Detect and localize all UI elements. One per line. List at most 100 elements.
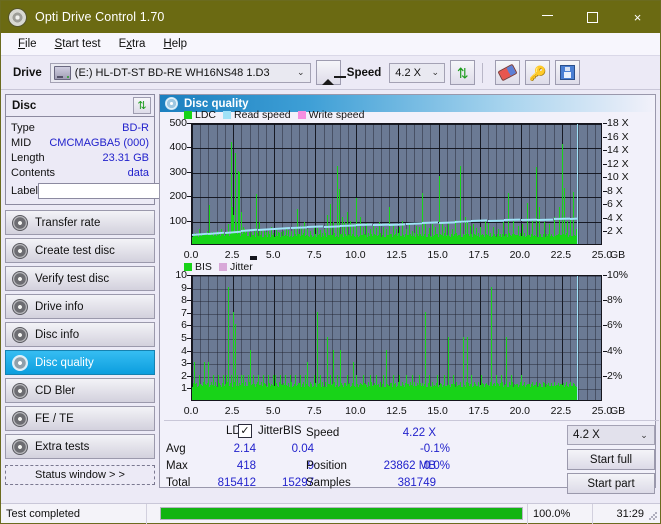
eraser-icon	[497, 63, 518, 82]
chart-bar	[339, 189, 341, 244]
chart-bar	[203, 362, 205, 400]
menu-file-label: ile	[25, 38, 37, 50]
grid-line	[512, 276, 514, 400]
read-speed-line	[323, 224, 340, 228]
chart-bar	[356, 197, 358, 244]
refresh-button[interactable]: ⇅	[450, 60, 476, 85]
sidebar-item-transfer-rate[interactable]: Transfer rate	[5, 210, 155, 235]
chart-bar	[471, 374, 473, 400]
minimize-button[interactable]	[525, 1, 570, 33]
menu-start-test[interactable]: Start test	[46, 36, 110, 52]
chart-bar	[399, 226, 401, 244]
read-speed-line	[487, 219, 505, 222]
maximize-button[interactable]	[570, 1, 615, 33]
disc-group-title: Disc	[12, 99, 37, 112]
sidebar-item-verify-test-disc[interactable]: Verify test disc	[5, 266, 155, 291]
drive-label: Drive	[13, 66, 42, 79]
y2-axis-tick-label: 10%	[607, 269, 629, 281]
sidebar-item-drive-info[interactable]: Drive info	[5, 294, 155, 319]
resize-grip[interactable]	[648, 511, 658, 521]
chart-bar	[198, 374, 200, 400]
sidebar-item-fe-te[interactable]: FE / TE	[5, 406, 155, 431]
disc-refresh-button[interactable]: ⇅	[133, 97, 151, 114]
chart-bar	[192, 236, 194, 244]
key-button[interactable]: 🔑	[525, 60, 551, 85]
grid-line	[364, 276, 366, 400]
y-axis-tick	[187, 388, 191, 390]
chart-bar	[218, 234, 220, 244]
chart-bar	[223, 374, 225, 400]
y2-axis-tick-label: 8%	[607, 294, 623, 307]
erase-button[interactable]	[495, 60, 521, 85]
grid-line	[586, 276, 588, 400]
chart-bar	[267, 374, 269, 400]
y2-axis-tick	[603, 136, 607, 138]
chart-bar	[336, 374, 338, 400]
chart-bar	[372, 225, 374, 244]
grid-line	[389, 276, 391, 400]
chart-bar	[487, 223, 489, 244]
x-axis-tick-label: 17.5	[468, 249, 489, 261]
disc-row-value: data	[127, 166, 149, 179]
speed-select[interactable]: 4.2 X ⌄	[389, 62, 446, 83]
chart-bar	[445, 226, 447, 244]
chart-bar	[201, 387, 203, 400]
chart-bar	[245, 387, 247, 400]
grid-line	[504, 124, 506, 244]
menu-help[interactable]: Help	[154, 36, 196, 52]
sidebar-item-label: Create test disc	[35, 244, 115, 257]
y2-axis-tick	[603, 150, 607, 152]
read-speed-line	[537, 218, 554, 221]
grid-line	[487, 276, 489, 400]
sidebar-item-label: Disc quality	[35, 356, 94, 369]
legend-swatch-icon	[297, 111, 306, 119]
x-axis-tick-label: 0.0	[183, 405, 199, 417]
sidebar-item-disc-info[interactable]: Disc info	[5, 322, 155, 347]
menu-extra[interactable]: Extra	[110, 36, 155, 52]
sidebar-item-extra-tests[interactable]: Extra tests	[5, 434, 155, 459]
read-speed-line	[438, 220, 456, 224]
disc-rows: Type BD-R MID CMCMAGBA5 (000) Length 23.…	[6, 117, 241, 204]
start-full-button[interactable]: Start full	[567, 449, 655, 470]
menu-file[interactable]: File	[9, 36, 46, 52]
y-axis-tick-label: 8	[181, 294, 187, 307]
disc-row-length: Length 23.31 GB	[11, 150, 149, 165]
grid-line	[216, 124, 218, 244]
drive-select[interactable]: (E:) HL-DT-ST BD-RE WH16NS48 1.D3 ⌄	[49, 62, 311, 83]
chart-bar	[415, 225, 417, 244]
disc-row-key: MID	[11, 136, 32, 149]
save-button[interactable]	[555, 60, 581, 85]
chart-bar	[233, 311, 235, 400]
drive-select-value: (E:) HL-DT-ST BD-RE WH16NS48 1.D3	[74, 66, 270, 79]
chart-bar	[282, 387, 284, 400]
legend-label: Read speed	[234, 109, 291, 121]
read-speed-line	[405, 222, 423, 225]
close-button[interactable]: ×	[615, 1, 660, 33]
key-icon: 🔑	[529, 64, 547, 81]
read-speed-line	[389, 222, 406, 226]
chart-bar	[349, 387, 351, 400]
sidebar-item-create-test-disc[interactable]: Create test disc	[5, 238, 155, 263]
chart-bar	[389, 207, 391, 244]
eject-button[interactable]	[315, 60, 347, 85]
chart-bar	[346, 374, 348, 400]
sidebar-item-disc-quality[interactable]: Disc quality	[5, 350, 155, 375]
chart-bar	[466, 337, 468, 400]
y-axis-tick	[187, 350, 191, 352]
jitter-checkbox[interactable]: ✓	[238, 424, 252, 438]
disc-label-key: Label	[11, 185, 38, 197]
sidebar-item-cd-bler[interactable]: CD Bler	[5, 378, 155, 403]
y-axis-tick-label: 6	[181, 319, 187, 332]
x-axis-tick-label: 5.0	[265, 249, 281, 261]
grid-line	[192, 351, 601, 353]
disc-label-row: Label	[11, 182, 241, 200]
test-speed-select[interactable]: 4.2 X ⌄	[567, 425, 655, 445]
status-window-button[interactable]: Status window > >	[5, 465, 155, 485]
chart-bar	[260, 387, 262, 400]
chart-bar	[379, 387, 381, 400]
chart-bar	[275, 374, 277, 400]
disc-icon	[12, 382, 28, 399]
chart-bar	[263, 229, 265, 244]
start-part-button[interactable]: Start part	[567, 473, 655, 494]
window-controls: ×	[525, 1, 660, 33]
